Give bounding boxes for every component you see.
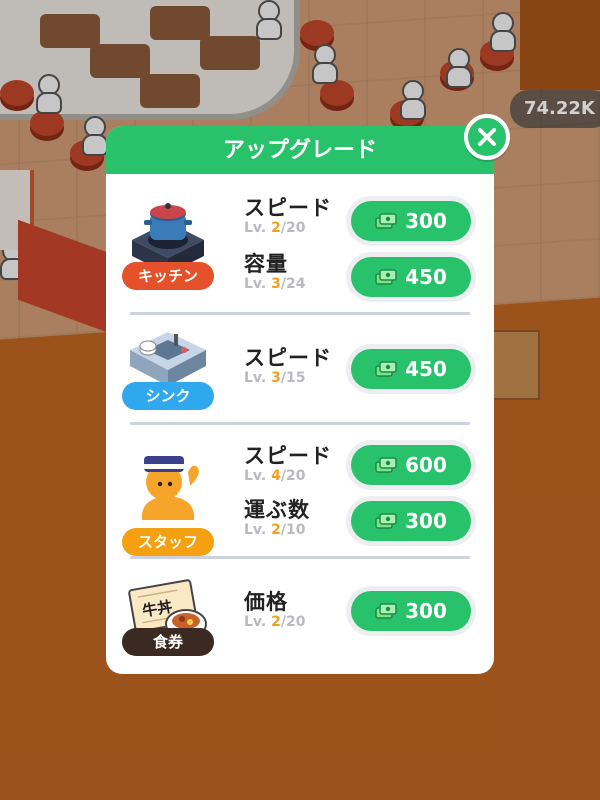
- badge-staff: スタッフ: [122, 528, 214, 556]
- section-divider: [130, 556, 470, 559]
- stat-name: スピード: [244, 196, 332, 220]
- stat-name: 価格: [244, 590, 288, 614]
- stat-level: Lv. 3/15: [244, 370, 306, 386]
- stat-kitchen-speed: スピード Lv. 2/20: [244, 192, 332, 236]
- stat-level: Lv. 2/10: [244, 522, 306, 538]
- price-pill[interactable]: 450: [351, 349, 471, 389]
- section-divider: [130, 422, 470, 425]
- section-divider: [130, 312, 470, 315]
- badge-kitchen: キッチン: [122, 262, 214, 290]
- upgrade-sink-speed-button[interactable]: 450: [346, 344, 476, 394]
- stat-sink-speed: スピード Lv. 3/15: [244, 342, 332, 386]
- upgrade-ticket-price-button[interactable]: 300: [346, 586, 476, 636]
- upgrade-staff-speed-button[interactable]: 600: [346, 440, 476, 490]
- cash-icon: [375, 361, 397, 377]
- price-pill[interactable]: 450: [351, 257, 471, 297]
- section-kitchen: キッチン スピード Lv. 2/20 300 容量 Lv. 3/24 450: [106, 174, 494, 312]
- section-meal-ticket: 牛丼 食券 価格 Lv. 2/20 300: [106, 560, 494, 674]
- price-pill[interactable]: 300: [351, 201, 471, 241]
- price-label: 600: [405, 453, 447, 477]
- upgrade-kitchen-speed-button[interactable]: 300: [346, 196, 476, 246]
- price-label: 300: [405, 209, 447, 233]
- cash-icon: [375, 603, 397, 619]
- cash-icon: [375, 457, 397, 473]
- stat-staff-carry: 運ぶ数 Lv. 2/10: [244, 494, 324, 538]
- cash-icon: [375, 269, 397, 285]
- upgrade-kitchen-capacity-button[interactable]: 450: [346, 252, 476, 302]
- stat-kitchen-capacity: 容量 Lv. 3/24: [244, 248, 324, 292]
- price-pill[interactable]: 300: [351, 591, 471, 631]
- panel-title: アップグレード: [106, 126, 494, 174]
- cash-icon: [375, 213, 397, 229]
- stat-level: Lv. 4/20: [244, 468, 306, 484]
- upgrade-staff-carry-button[interactable]: 300: [346, 496, 476, 546]
- price-label: 450: [405, 357, 447, 381]
- price-pill[interactable]: 300: [351, 501, 471, 541]
- stat-level: Lv. 2/20: [244, 220, 306, 236]
- upgrade-panel: アップグレード キッチン スピード Lv. 2/20 300 容量 Lv. 3/…: [106, 126, 494, 674]
- cash-icon: [375, 513, 397, 529]
- staff-icon: [120, 442, 216, 538]
- stat-name: スピード: [244, 444, 332, 468]
- close-icon: [478, 128, 496, 146]
- section-sink: シンク スピード Lv. 3/15 450: [106, 316, 494, 424]
- price-label: 300: [405, 599, 447, 623]
- close-button[interactable]: [464, 114, 510, 160]
- price-label: 300: [405, 509, 447, 533]
- stat-level: Lv. 3/24: [244, 276, 306, 292]
- badge-meal-ticket: 食券: [122, 628, 214, 656]
- stat-staff-speed: スピード Lv. 4/20: [244, 440, 332, 484]
- price-pill[interactable]: 600: [351, 445, 471, 485]
- stat-ticket-price: 価格 Lv. 2/20: [244, 586, 324, 630]
- badge-sink: シンク: [122, 382, 214, 410]
- stat-name: スピード: [244, 346, 332, 370]
- stat-name: 容量: [244, 252, 288, 276]
- stat-level: Lv. 2/20: [244, 614, 306, 630]
- section-staff: スタッフ スピード Lv. 4/20 600 運ぶ数 Lv. 2/10 300: [106, 426, 494, 556]
- stat-name: 運ぶ数: [244, 498, 310, 522]
- price-label: 450: [405, 265, 447, 289]
